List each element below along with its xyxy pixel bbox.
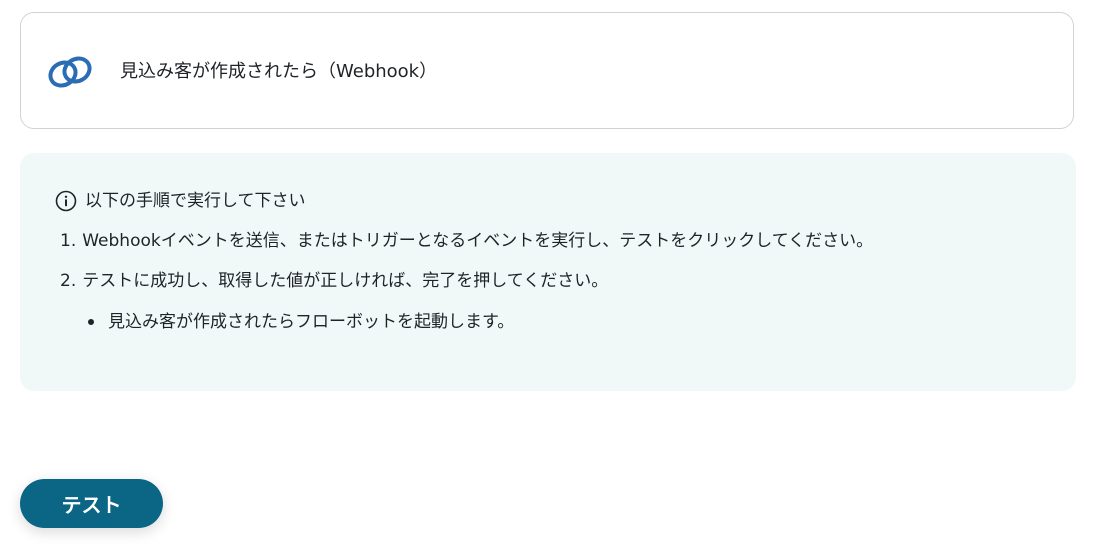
instructions-heading: 以下の手順で実行して下さい: [55, 189, 306, 213]
instruction-step: 2. テストに成功し、取得した値が正しければ、完了を押してください。: [60, 269, 608, 293]
step-text: テストに成功し、取得した値が正しければ、完了を押してください。: [82, 271, 609, 291]
instructions-heading-text: 以下の手順で実行して下さい: [85, 191, 306, 211]
instructions-panel: 以下の手順で実行して下さい 1. Webhookイベントを送信、またはトリガーとな…: [20, 153, 1076, 391]
bullet-text: 見込み客が作成されたらフローボットを起動します。: [108, 312, 515, 332]
instruction-step: 1. Webhookイベントを送信、またはトリガーとなるイベントを実行し、テストを…: [60, 229, 873, 253]
test-button[interactable]: テスト: [20, 479, 163, 528]
step-number: 2.: [60, 271, 77, 291]
bullet-dot-icon: [88, 319, 94, 325]
info-icon: [55, 190, 77, 212]
instruction-bullet: 見込み客が作成されたらフローボットを起動します。: [88, 310, 514, 334]
zoho-crm-icon: [48, 56, 92, 88]
trigger-label: 見込み客が作成されたら（Webhook）: [120, 61, 438, 82]
step-text: Webhookイベントを送信、またはトリガーとなるイベントを実行し、テストをクリ…: [82, 231, 874, 251]
step-number: 1.: [60, 231, 77, 251]
trigger-card[interactable]: 見込み客が作成されたら（Webhook）: [20, 12, 1074, 129]
